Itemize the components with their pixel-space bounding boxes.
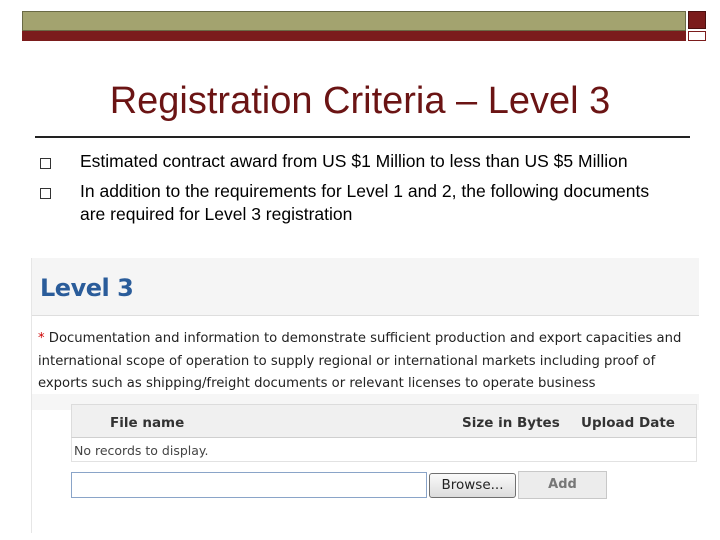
- bullet-text: Estimated contract award from US $1 Mill…: [80, 151, 628, 171]
- top-decorative-band: [22, 11, 686, 41]
- panel-header: Level 3: [32, 258, 699, 316]
- empty-table-message: No records to display.: [71, 438, 697, 462]
- square-bullet-icon: [40, 188, 51, 199]
- bullet-list: Estimated contract award from US $1 Mill…: [38, 150, 678, 233]
- band-red-strip: [22, 31, 686, 41]
- level3-screenshot-panel: Level 3 * Documentation and information …: [31, 258, 699, 533]
- description-text: Documentation and information to demonst…: [38, 331, 682, 391]
- square-bullet-icon: [40, 158, 51, 169]
- bullet-item: In addition to the requirements for Leve…: [38, 180, 678, 226]
- title-divider: [35, 136, 690, 138]
- files-table: File name Size in Bytes Upload Date No r…: [71, 404, 697, 462]
- table-header: File name Size in Bytes Upload Date: [71, 404, 697, 438]
- file-path-input[interactable]: [71, 472, 427, 498]
- column-header-size[interactable]: Size in Bytes: [462, 415, 560, 431]
- panel-heading: Level 3: [40, 274, 134, 302]
- add-button[interactable]: Add: [518, 471, 607, 499]
- band-corner-square-outline: [688, 31, 706, 41]
- band-olive-strip: [22, 11, 686, 31]
- slide-title: Registration Criteria – Level 3: [109, 80, 611, 122]
- bullet-text: In addition to the requirements for Leve…: [80, 181, 650, 224]
- column-header-file-name[interactable]: File name: [110, 415, 184, 431]
- bullet-item: Estimated contract award from US $1 Mill…: [38, 150, 678, 173]
- column-header-upload-date[interactable]: Upload Date: [581, 415, 675, 431]
- browse-button[interactable]: Browse...: [429, 473, 516, 498]
- requirement-description: * Documentation and information to demon…: [38, 328, 688, 396]
- band-corner-square: [688, 11, 706, 29]
- required-marker: *: [38, 331, 45, 346]
